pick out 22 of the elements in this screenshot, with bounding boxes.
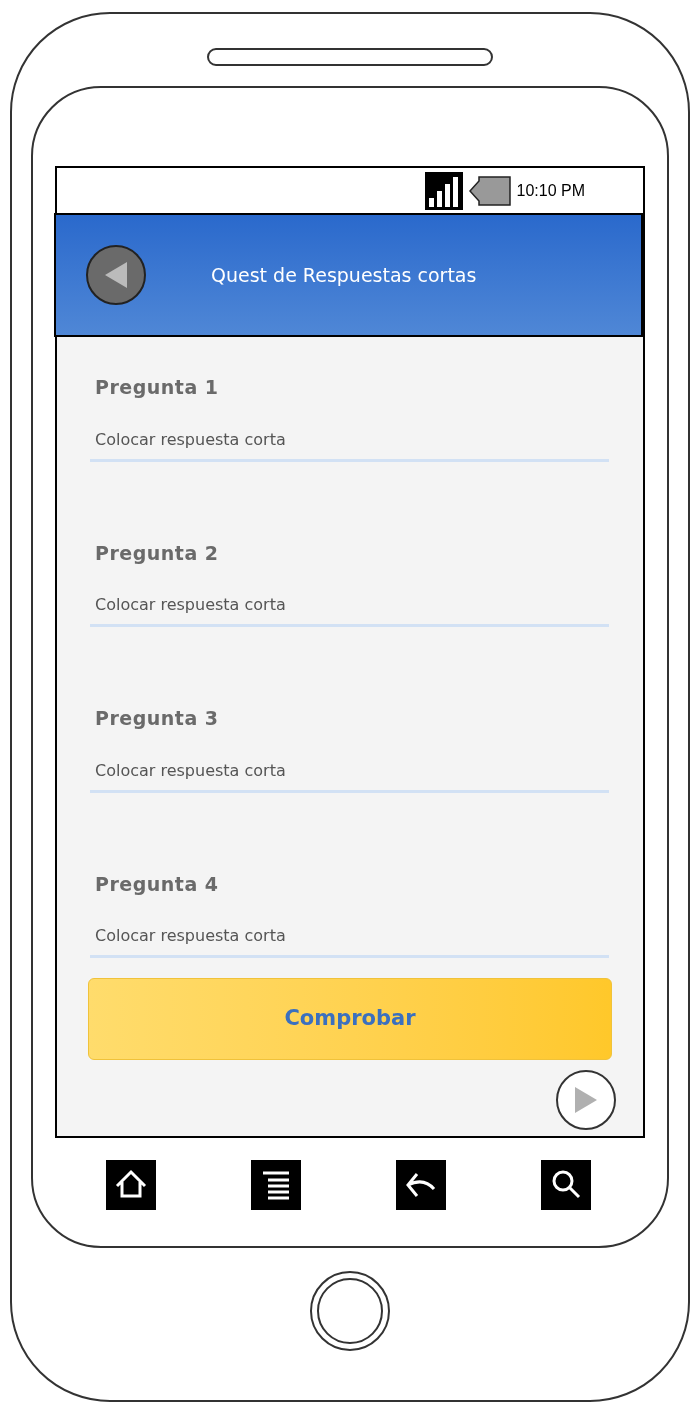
menu-icon[interactable] (251, 1160, 301, 1210)
left-triangle-icon (103, 260, 129, 290)
search-icon[interactable] (541, 1160, 591, 1210)
submit-button[interactable]: Comprobar (88, 978, 612, 1060)
home-button-ring (317, 1278, 383, 1344)
answer-field[interactable]: Colocar respuesta corta (90, 585, 609, 627)
question-label: Pregunta 3 (94, 706, 220, 731)
status-time: 10:10 PM (516, 180, 585, 201)
header-title: Quest de Respuestas cortas (211, 262, 477, 288)
next-button[interactable] (556, 1070, 616, 1130)
question-label: Pregunta 4 (94, 871, 220, 897)
question-label: Pregunta 2 (94, 540, 220, 566)
home-button[interactable] (310, 1271, 390, 1351)
home-icon[interactable] (106, 1160, 156, 1210)
signal-icon (424, 171, 463, 210)
answer-field[interactable]: Colocar respuesta corta (90, 419, 609, 462)
right-triangle-icon (573, 1085, 599, 1115)
battery-icon (468, 175, 511, 206)
answer-field[interactable]: Colocar respuesta corta (90, 916, 609, 958)
answer-field[interactable]: Colocar respuesta corta (90, 750, 609, 793)
question-label: Pregunta 1 (94, 375, 220, 400)
back-button[interactable] (86, 245, 146, 305)
